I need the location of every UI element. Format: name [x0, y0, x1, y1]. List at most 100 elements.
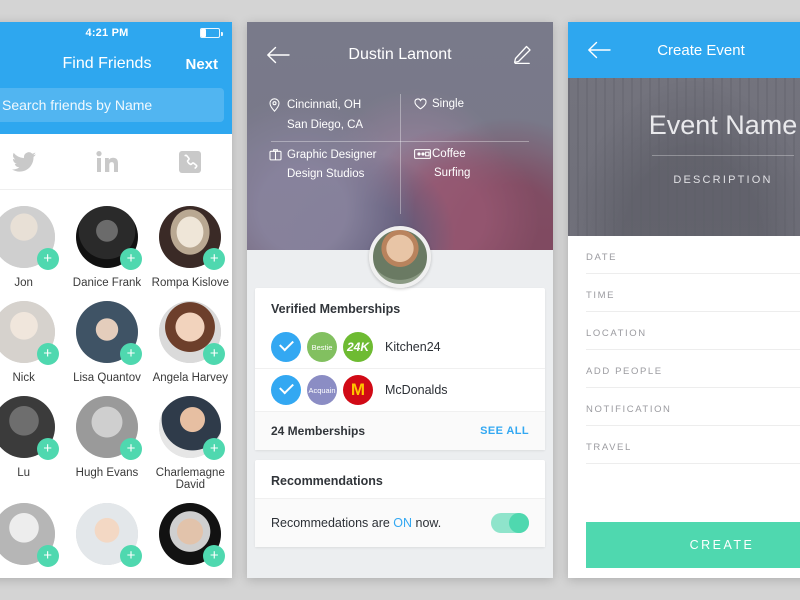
rec-prefix: Recommedations are [271, 516, 394, 530]
add-friend-button[interactable]: + [36, 343, 59, 365]
add-friend-button[interactable]: + [119, 343, 142, 365]
back-arrow-icon [588, 41, 611, 59]
screenshot-stage: 4:21 PM Find Friends Next Search friends… [0, 0, 800, 600]
social-connect-bar [0, 134, 232, 190]
membership-row[interactable]: Acquain M McDonalds [255, 368, 545, 411]
friend-card[interactable]: + Lisa Quantov [65, 295, 148, 390]
friend-card[interactable]: + Angela Harvey [149, 295, 232, 390]
avatar: + [0, 301, 59, 365]
location-line-1: Cincinnati, OH [287, 99, 362, 111]
event-description-input[interactable]: DESCRIPTION [568, 174, 800, 186]
profile-avatar[interactable] [369, 226, 431, 288]
membership-tag: Bestie [307, 332, 337, 362]
social-twitter-button[interactable] [0, 151, 65, 172]
recommendations-toggle[interactable] [491, 513, 529, 533]
next-button[interactable]: Next [185, 56, 218, 73]
profile-name-title: Dustin Lamont [348, 46, 452, 63]
event-name-input[interactable]: Event Name [568, 110, 800, 141]
friend-card[interactable]: + Jon [0, 200, 65, 295]
friend-card[interactable]: + Hugh Evans [65, 390, 148, 497]
profile-navbar: Dustin Lamont [247, 22, 553, 88]
avatar: + [159, 301, 226, 365]
social-linkedin-button[interactable] [65, 150, 148, 173]
back-button[interactable] [586, 37, 612, 63]
job-company: Design Studios [287, 168, 365, 180]
friend-name: Danice Frank [72, 277, 142, 289]
friends-row: + Jon + Danice Frank + Rompa Kislove [0, 200, 232, 295]
field-label: NOTIFICATION [586, 404, 672, 415]
form-field-time[interactable]: TIME [568, 274, 800, 312]
friend-card[interactable]: + Bill Murray [149, 497, 232, 572]
avatar: + [0, 396, 59, 460]
friend-name: Angela Harvey [152, 372, 229, 384]
create-button[interactable]: CREATE [586, 522, 800, 568]
add-friend-button[interactable]: + [36, 545, 59, 567]
add-friend-button[interactable]: + [203, 343, 226, 365]
relationship-status: Single [432, 98, 464, 110]
avatar: + [0, 503, 59, 567]
brand-logo: M [343, 375, 373, 405]
friends-row: + Lu + Hugh Evans + Charlemagne David [0, 390, 232, 497]
friend-card[interactable]: + Rompa Kislove [149, 200, 232, 295]
recommendations-status-text: Recommedations are ON now. [271, 516, 441, 530]
add-friend-button[interactable]: + [36, 438, 59, 460]
verified-check-icon [271, 375, 301, 405]
form-field-notification[interactable]: NOTIFICATION [568, 388, 800, 426]
profile-body: Verified Memberships Bestie 24K Kitchen2… [247, 250, 553, 578]
friend-name: Hugh Evans [75, 467, 139, 479]
friend-name: Lisa Quantov [73, 372, 141, 384]
add-friend-button[interactable]: + [119, 545, 142, 567]
membership-name: McDonalds [385, 383, 448, 397]
memberships-heading: Verified Memberships [271, 302, 401, 316]
add-friend-button[interactable]: + [203, 248, 226, 270]
membership-row[interactable]: Bestie 24K Kitchen24 [255, 326, 545, 368]
recommendations-heading: Recommendations [271, 474, 383, 488]
add-friend-button[interactable]: + [203, 438, 226, 460]
back-button[interactable] [265, 42, 291, 68]
field-label: LOCATION [586, 328, 647, 339]
event-hero: Event Name DESCRIPTION [568, 78, 800, 236]
memberships-count: 24 Memberships [271, 424, 366, 438]
add-friend-button[interactable]: + [119, 248, 142, 270]
friend-card[interactable]: + Anne [0, 497, 65, 572]
add-friend-button[interactable]: + [119, 438, 142, 460]
add-friend-button[interactable]: + [203, 545, 226, 567]
interest-1: Coffee [432, 148, 466, 160]
info-row-bottom: Graphic Designer Design Studios Coffee S… [259, 142, 541, 190]
avatar: + [159, 206, 226, 270]
see-all-link[interactable]: SEE ALL [480, 425, 529, 437]
verified-check-icon [271, 332, 301, 362]
friends-row: + Nick + Lisa Quantov + Angela Harvey [0, 295, 232, 390]
rec-state-value: ON [393, 516, 413, 530]
friend-card[interactable]: + Lu [0, 390, 65, 497]
add-friend-button[interactable]: + [36, 248, 59, 270]
location-line-2: San Diego, CA [287, 119, 364, 131]
friend-card[interactable]: + Nick [0, 295, 65, 390]
friend-name: Lu [17, 467, 31, 479]
search-input[interactable]: Search friends by Name [0, 88, 224, 122]
profile-screen: Dustin Lamont Cincinnati, OH San Diego, … [247, 22, 553, 578]
field-label: ADD PEOPLE [586, 366, 663, 377]
membership-name: Kitchen24 [385, 340, 441, 354]
friend-card[interactable]: + Danice Frank [65, 200, 148, 295]
rec-suffix: now. [412, 516, 442, 530]
form-field-add-people[interactable]: ADD PEOPLE [568, 350, 800, 388]
profile-info-grid: Cincinnati, OH San Diego, CA Single Grap… [247, 88, 553, 190]
search-bar-container: Search friends by Name [0, 84, 232, 134]
back-arrow-icon [267, 46, 290, 64]
brand-logo: 24K [343, 332, 373, 362]
status-bar: 4:21 PM [0, 22, 232, 44]
social-phone-button[interactable] [149, 150, 232, 174]
friend-name: Charlemagne David [155, 467, 225, 491]
avatar: + [75, 503, 142, 567]
battery-icon [200, 28, 223, 38]
form-field-location[interactable]: LOCATION [568, 312, 800, 350]
edit-button[interactable] [509, 42, 535, 68]
friend-card[interactable]: + Charlemagne David [149, 390, 232, 497]
avatar: + [159, 503, 226, 567]
form-field-date[interactable]: DATE [568, 236, 800, 274]
friend-card[interactable]: + Rebeka Royte [65, 497, 148, 572]
form-field-travel[interactable]: TRAVEL [568, 426, 800, 464]
memberships-footer: 24 Memberships SEE ALL [255, 411, 545, 450]
field-label: TRAVEL [586, 442, 632, 453]
